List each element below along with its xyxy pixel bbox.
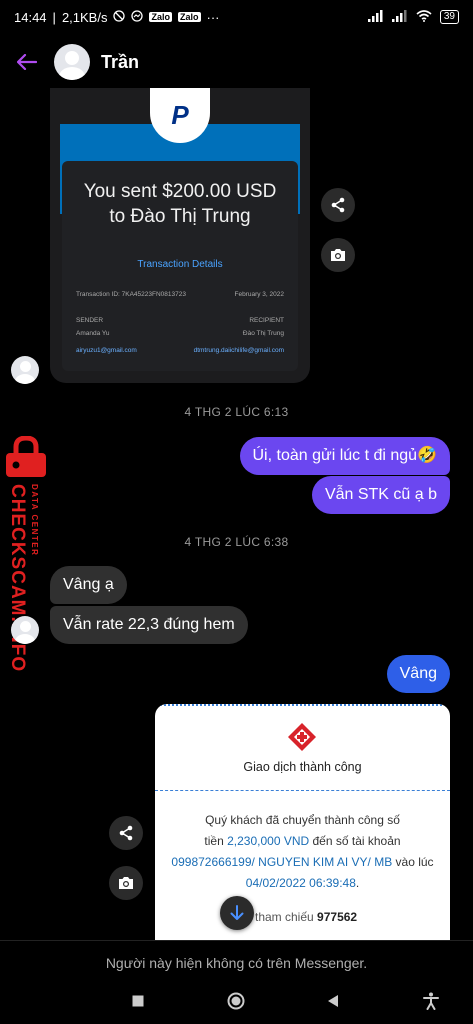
outgoing-message[interactable]: Úi, toàn gửi lúc t đi ngủ🤣 (239, 437, 450, 475)
recipient-name: Đào Thị Trung (242, 330, 284, 337)
contact-name[interactable]: Trần (101, 52, 139, 73)
timestamp: 4 THG 2 LÚC 6:13 (184, 405, 289, 419)
circle-icon (227, 992, 245, 1010)
status-bar: 14:44 | 2,1KB/s Zalo Zalo ··· 39 (0, 0, 473, 34)
battery-icon: 39 (439, 10, 459, 24)
paypal-amount-text: You sent $200.00 USD to Đào Thị Trung (83, 181, 277, 227)
back-button[interactable] (326, 994, 340, 1013)
zalo-icon: Zalo (177, 12, 201, 22)
home-button[interactable] (227, 992, 245, 1015)
share-button[interactable] (109, 816, 143, 850)
share-button[interactable] (321, 188, 355, 222)
mute-icon (113, 9, 126, 25)
transaction-details-link: Transaction Details (137, 259, 223, 270)
triangle-back-icon (328, 995, 338, 1007)
recents-button[interactable] (131, 994, 145, 1013)
camera-icon (119, 877, 133, 889)
scroll-to-bottom-button[interactable] (220, 896, 254, 930)
sender-email: airyuzu1@gmail.com (76, 347, 137, 354)
more-indicator: ··· (206, 9, 220, 25)
accessibility-button[interactable] (423, 992, 439, 1015)
transfer-details: Quý khách đã chuyển thành công số tiền 2… (171, 813, 434, 890)
camera-icon (331, 249, 345, 261)
camera-button[interactable] (109, 866, 143, 900)
outgoing-message[interactable]: Vẫn STK cũ ạ b (311, 476, 450, 514)
incoming-message[interactable]: Vẫn rate 22,3 đúng hem (50, 606, 248, 644)
messenger-icon (131, 9, 144, 25)
sender-label: SENDER (76, 317, 104, 324)
transaction-id: Transaction ID: 7KA45223FN0813723 (76, 291, 186, 298)
lock-icon (6, 436, 46, 477)
recipient-email: dtmtrung.daiichilife@gmail.com (193, 347, 284, 354)
transaction-success-title: Giao dịch thành công (243, 760, 362, 774)
system-nav-bar (0, 986, 473, 1024)
network-speed: 2,1KB/s (61, 9, 108, 25)
contact-avatar[interactable] (54, 44, 90, 80)
contact-avatar-small[interactable] (11, 356, 39, 384)
signal-icon (367, 9, 384, 25)
camera-button[interactable] (321, 238, 355, 272)
transfer-amount: 2,230,000 VND (227, 834, 310, 848)
paypal-receipt-image[interactable]: P You sent $200.00 USD to Đào Thị Trung … (50, 88, 310, 383)
reference-number: tham chiếu 977562 (255, 910, 358, 924)
arrow-down-icon (230, 905, 244, 920)
bank-receipt-image[interactable]: Giao dịch thành công Quý khách đã chuyển… (155, 704, 450, 940)
share-icon (331, 197, 345, 213)
bank-logo-icon (288, 723, 316, 751)
share-icon (119, 825, 133, 841)
back-arrow-icon[interactable] (0, 54, 54, 70)
zalo-icon: Zalo (149, 12, 172, 22)
incoming-message[interactable]: Vâng ạ (50, 566, 127, 604)
recipient-label: RECIPIENT (249, 317, 284, 324)
signal-icon (391, 9, 408, 25)
outgoing-message[interactable]: Vâng (386, 655, 450, 693)
sender-name: Amanda Yu (76, 330, 110, 337)
transfer-datetime: 04/02/2022 06:39:48 (245, 876, 356, 890)
status-time: 14:44 (14, 9, 47, 25)
unavailable-notice: Người này hiện không có trên Messenger. (0, 940, 473, 986)
wifi-icon (416, 9, 432, 25)
timestamp: 4 THG 2 LÚC 6:38 (184, 535, 289, 549)
transaction-date: February 3, 2022 (234, 291, 284, 298)
accessibility-icon (423, 992, 439, 1010)
contact-avatar-small[interactable] (11, 616, 39, 644)
recipient-account: 099872666199/ NGUYEN KIM AI VY/ MB (171, 855, 393, 869)
square-icon (132, 995, 144, 1007)
conversation-header: Trần (0, 36, 473, 88)
